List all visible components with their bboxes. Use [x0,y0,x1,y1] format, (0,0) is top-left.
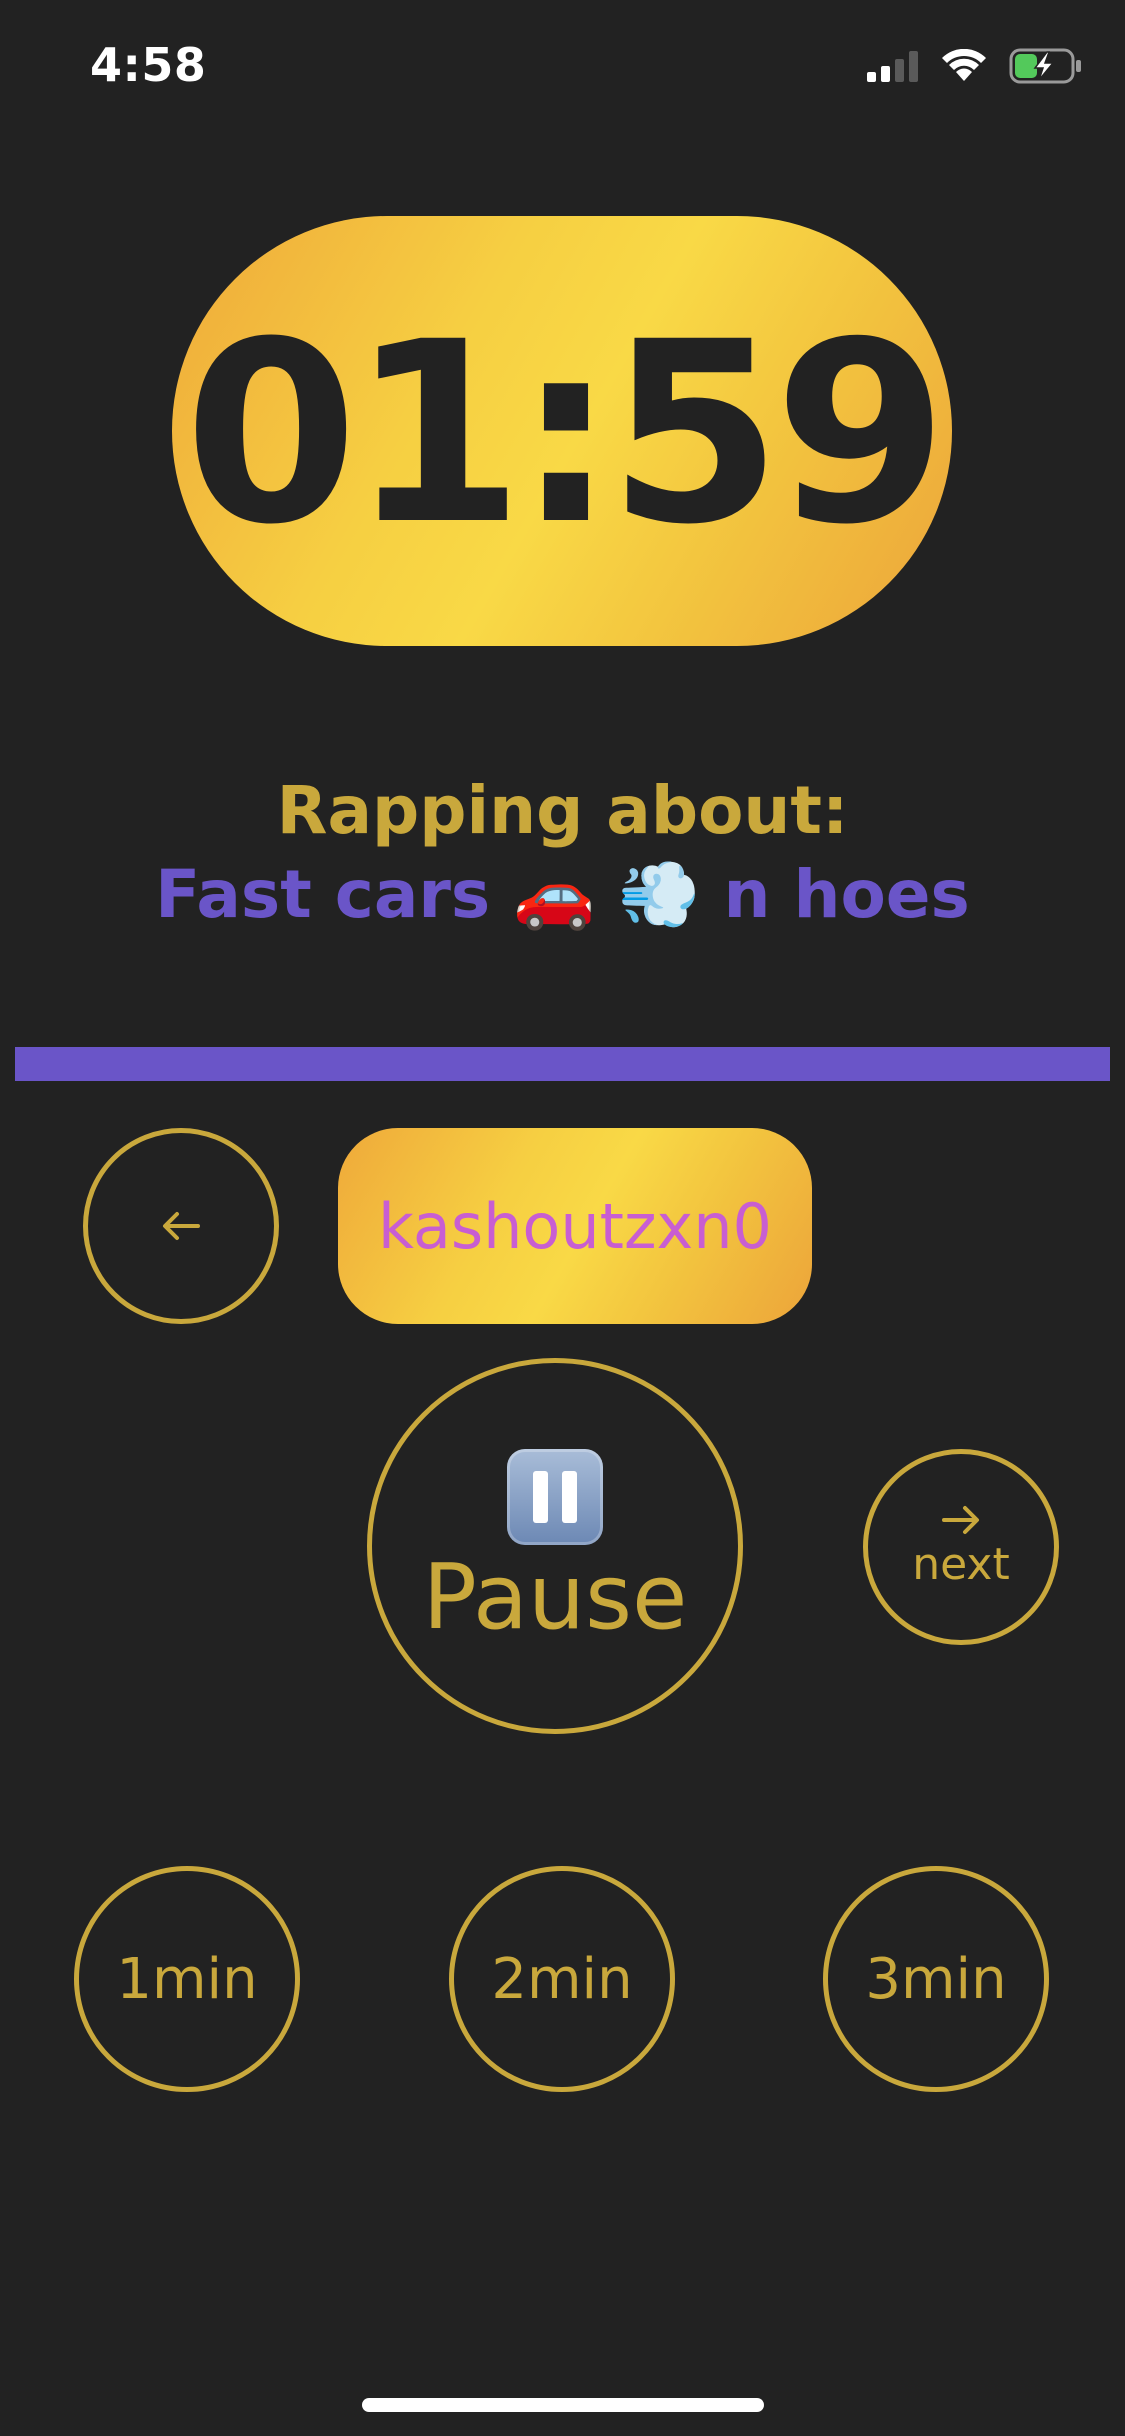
status-icons [867,48,1083,84]
wifi-icon [942,49,986,81]
arrow-right-icon [942,1505,979,1534]
cellular-signal-icon [867,51,918,82]
duration-label: 3min [865,1946,1007,2012]
progress-bar [15,1047,1110,1081]
topic-value: Fast cars 🚗 💨 n hoes [155,856,970,933]
arrow-left-icon [163,1212,200,1240]
duration-label: 1min [116,1946,258,2012]
home-indicator[interactable] [362,2398,764,2412]
duration-3min-button[interactable]: 3min [823,1866,1049,2092]
status-time: 4:58 [90,38,207,92]
timer-text: 01:59 [184,288,948,579]
duration-1min-button[interactable]: 1min [74,1866,300,2092]
pause-icon [507,1449,603,1545]
duration-label: 2min [491,1946,633,2012]
timer-display: 01:59 [172,216,952,646]
duration-2min-button[interactable]: 2min [449,1866,675,2092]
back-button[interactable] [83,1128,279,1324]
username-button[interactable]: kashoutzxn0 [338,1128,812,1324]
topic-label: Rapping about: [276,772,849,849]
battery-charging-icon [1009,48,1081,84]
next-label: next [912,1538,1010,1590]
pause-button[interactable]: Pause [367,1358,743,1734]
next-button[interactable]: next [863,1449,1059,1645]
progress-fill [15,1047,1110,1081]
pause-label: Pause [422,1545,688,1650]
username-label: kashoutzxn0 [378,1189,772,1263]
